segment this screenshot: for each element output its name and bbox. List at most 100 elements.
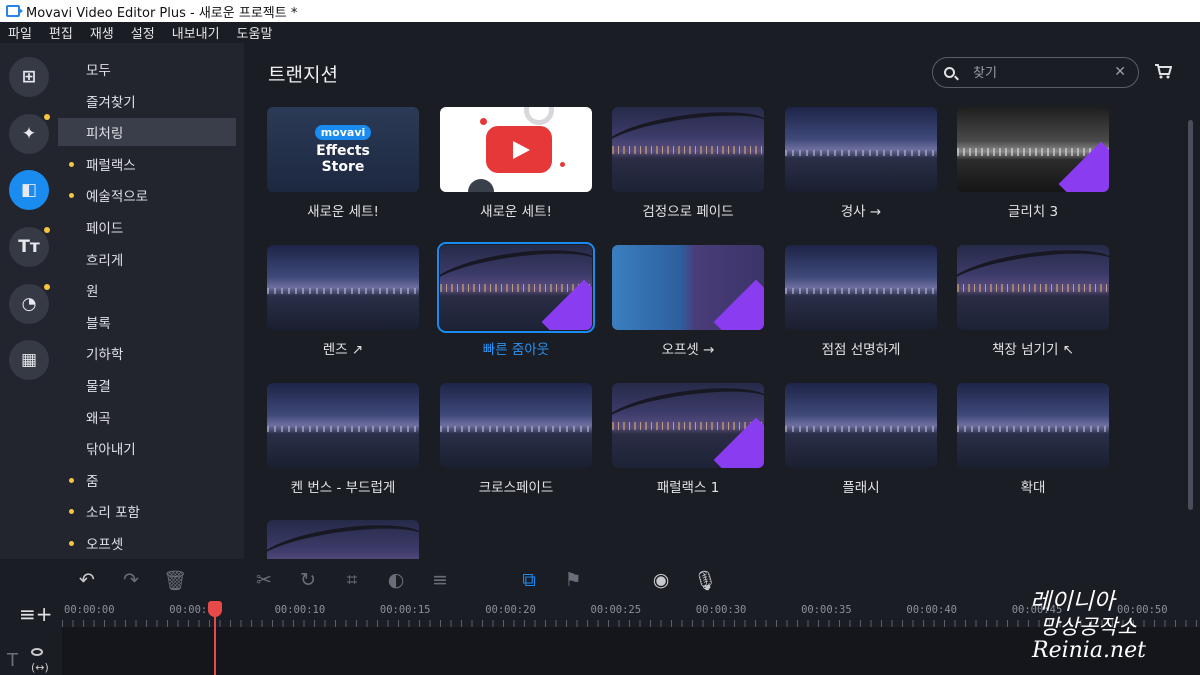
category-item[interactable]: 패럴랙스 — [58, 150, 236, 178]
category-label: 소리 포함 — [86, 505, 140, 522]
menu-item[interactable]: 편집 — [49, 23, 73, 42]
search-box[interactable]: ✕ — [932, 57, 1139, 88]
delete-icon[interactable]: 🗑 — [163, 569, 187, 592]
category-label: 흐리게 — [86, 252, 124, 269]
transition-tile[interactable]: NEW 빠른 줌아웃 — [437, 242, 595, 358]
category-item[interactable]: 기하학 — [58, 339, 236, 367]
transition-tile[interactable]: NEW 오프셋 → — [612, 245, 764, 358]
transition-tile[interactable]: 플래시 — [785, 383, 937, 496]
menu-item[interactable]: 파일 — [8, 23, 32, 42]
transition-label: 새로운 세트! — [480, 204, 552, 220]
transition-tile[interactable]: movavi Effects Store 새로운 세트! — [267, 107, 419, 220]
transition-tile[interactable]: 검정으로 페이드 — [612, 107, 764, 220]
marker-flag-icon[interactable]: ⚑ — [562, 569, 584, 591]
add-media-button[interactable]: ⊞ — [9, 57, 49, 97]
clip-properties-icon[interactable]: ≡ — [429, 569, 451, 591]
transition-label: 켄 번스 - 부드럽게 — [290, 480, 396, 496]
timecode-label: 00:00:40 — [906, 604, 957, 616]
transition-tile[interactable]: 경사 → — [785, 107, 937, 220]
transition-tile[interactable]: 책장 넘기기 ↖ — [957, 245, 1109, 358]
category-item[interactable]: 페이드 — [58, 213, 236, 241]
new-indicator-dot — [44, 284, 50, 290]
search-input[interactable] — [973, 63, 1113, 83]
transition-tile[interactable]: 켄 번스 - 부드럽게 — [267, 383, 419, 496]
category-label: 기하학 — [86, 347, 124, 364]
titles-button[interactable]: Tт — [9, 227, 50, 267]
menu-item[interactable]: 도움말 — [237, 23, 273, 42]
stickers-button[interactable]: ◔ — [9, 284, 50, 324]
category-item[interactable]: 닦아내기 — [58, 434, 236, 462]
category-label: 줌 — [86, 473, 99, 490]
eye-icon[interactable] — [31, 648, 43, 656]
store-title-line-2: Store — [321, 158, 365, 175]
magic-wand-button[interactable]: ✦ — [9, 114, 50, 154]
category-label: 닦아내기 — [86, 442, 136, 459]
timecode-label: 00:00:00 — [64, 604, 115, 616]
transition-tile[interactable]: 점점 선명하게 — [785, 245, 937, 358]
category-item[interactable]: 줌 — [58, 466, 236, 494]
decor-dot — [480, 118, 487, 125]
titles-icon: Tт — [18, 237, 40, 257]
category-dot — [69, 477, 74, 483]
transition-wizard-icon[interactable]: ⧉ — [518, 569, 540, 591]
transition-tile[interactable] — [267, 520, 419, 559]
transition-tile[interactable]: 렌즈 ↗ — [267, 245, 419, 358]
category-item[interactable]: 소리 포함 — [58, 497, 236, 525]
timeline-track[interactable] — [0, 627, 1200, 675]
transition-label: 오프셋 → — [661, 342, 715, 358]
new-badge: NEW — [713, 279, 764, 330]
transition-tile[interactable]: NEW 패럴랙스 1 — [612, 383, 764, 496]
movavi-app-icon — [6, 5, 23, 17]
transition-tile[interactable]: 크로스페이드 — [440, 383, 592, 496]
timecode-label: 00:00:15 — [379, 604, 431, 616]
clear-search-icon[interactable]: ✕ — [1114, 64, 1126, 80]
transitions-button[interactable]: ◧ — [9, 170, 49, 210]
category-item[interactable]: 물결 — [58, 371, 236, 399]
category-label: 즐겨찾기 — [86, 94, 136, 111]
category-item[interactable]: 피처링 — [58, 118, 236, 147]
category-item[interactable]: 블록 — [58, 308, 236, 336]
movavi-logo: movavi — [314, 124, 372, 140]
transition-label: 렌즈 ↗ — [322, 342, 364, 358]
category-dot — [69, 509, 74, 515]
microphone-icon[interactable]: 🎙 — [693, 569, 717, 592]
color-adjust-icon[interactable]: ◐ — [385, 569, 407, 591]
menu-item[interactable]: 재생 — [90, 23, 114, 42]
category-label: 모두 — [86, 63, 111, 79]
transition-thumbnail: NEW — [437, 242, 595, 333]
rotate-icon[interactable]: ↻ — [297, 569, 319, 591]
menu-item[interactable]: 내보내기 — [172, 23, 220, 42]
add-track-icon[interactable]: ≡+ — [19, 602, 53, 626]
category-label: 원 — [86, 284, 99, 301]
transition-tile[interactable]: NEW 글리치 3 — [957, 107, 1109, 220]
undo-icon[interactable]: ↶ — [76, 569, 98, 591]
transitions-icon: ◧ — [20, 180, 38, 200]
transition-label: 패럴랙스 1 — [656, 480, 720, 496]
grid-scrollbar[interactable] — [1188, 120, 1193, 510]
category-item[interactable]: 모두 — [58, 55, 236, 83]
category-item[interactable]: 흐리게 — [58, 245, 236, 273]
category-item[interactable]: 예술적으로 — [58, 181, 236, 209]
transition-tile[interactable]: 새로운 세트! — [440, 107, 592, 220]
transition-thumbnail — [440, 383, 592, 468]
timecode-label: 00:00:10 — [274, 604, 326, 616]
category-item[interactable]: 오프셋 — [58, 529, 236, 557]
more-tools-button[interactable]: ▦ — [9, 340, 49, 380]
transition-label: 점점 선명하게 — [821, 342, 901, 358]
transition-label: 빠른 줌아웃 — [482, 342, 550, 358]
category-item[interactable]: 원 — [58, 276, 236, 304]
transition-tile[interactable]: 확대 — [957, 383, 1109, 496]
menu-item[interactable]: 설정 — [131, 23, 155, 42]
crop-icon[interactable]: ⌗ — [341, 569, 363, 591]
category-item[interactable]: 왜곡 — [58, 403, 236, 431]
link-icon[interactable]: (↔) — [31, 661, 49, 674]
redo-icon[interactable]: ↷ — [120, 569, 142, 591]
cut-icon[interactable]: ✂ — [253, 569, 275, 591]
category-item[interactable]: 즐겨찾기 — [58, 87, 236, 115]
webcam-record-icon[interactable]: ◉ — [650, 569, 672, 591]
playhead-handle[interactable] — [208, 601, 222, 617]
timecode-label: 00:00:25 — [590, 604, 642, 616]
cart-icon[interactable] — [1154, 62, 1172, 80]
transition-thumbnail — [957, 383, 1109, 468]
watermark-line-1: 레이니아 — [1030, 589, 1115, 615]
